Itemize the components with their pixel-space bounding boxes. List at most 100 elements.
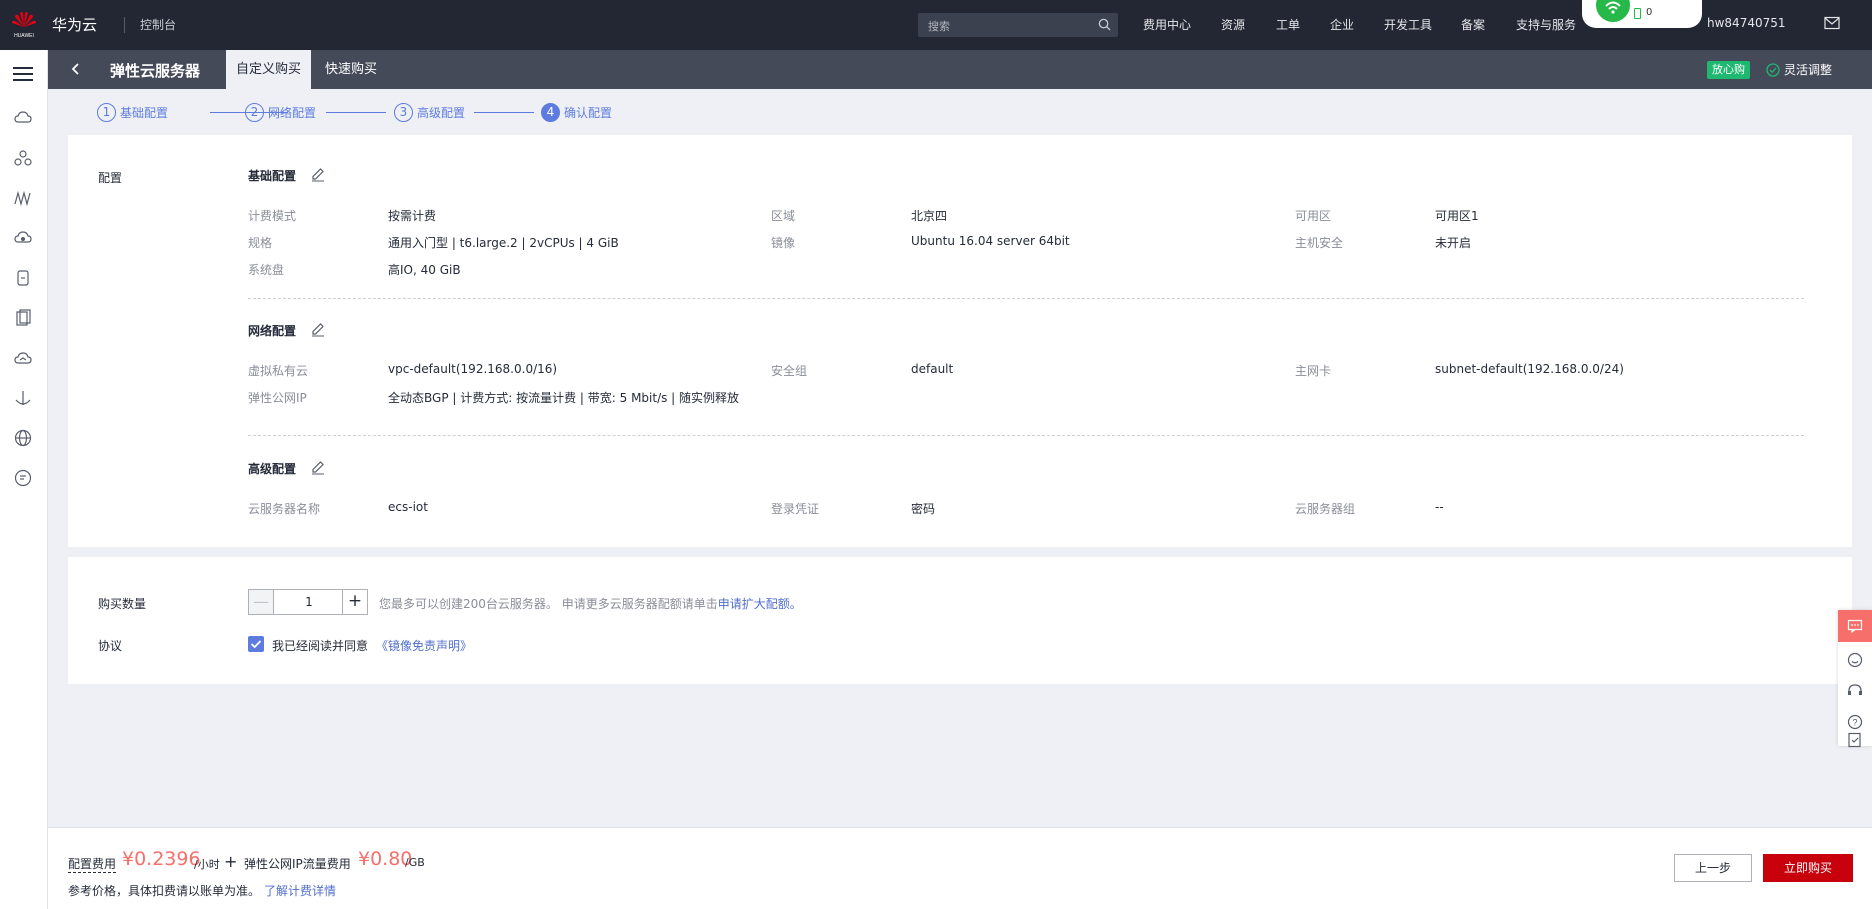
huawei-logo-icon[interactable]: HUAWEI <box>10 9 38 39</box>
console-link[interactable]: 控制台 <box>140 16 176 33</box>
config-fee-label[interactable]: 配置费用 <box>68 855 117 873</box>
search-icon[interactable] <box>1098 18 1111 31</box>
billing-details-link[interactable]: 了解计费详情 <box>264 882 336 899</box>
az-value: 可用区1 <box>1435 209 1479 223</box>
nav-support[interactable]: 支持与服务 <box>1516 16 1576 33</box>
plus-sign: + <box>224 852 238 871</box>
document-icon[interactable] <box>13 308 33 328</box>
search-box[interactable]: 搜索 <box>918 13 1118 37</box>
divider <box>248 298 1804 299</box>
advanced-config-label: 高级配置 <box>248 462 297 476</box>
tab-custom-purchase[interactable]: 自定义购买 <box>226 50 312 89</box>
step-advanced-config[interactable]: 3 高级配置 <box>394 103 465 123</box>
step-basic-config[interactable]: 1 基础配置 <box>97 103 168 123</box>
network-icon[interactable] <box>13 188 33 208</box>
quantity-stepper: — 1 + <box>248 589 368 615</box>
step-label: 基础配置 <box>120 106 169 120</box>
host-security-key: 主机安全 <box>1295 236 1344 250</box>
basic-config-label: 基础配置 <box>248 169 297 183</box>
config-price-unit: /小时 <box>194 858 220 871</box>
step-label: 高级配置 <box>417 106 466 120</box>
image-value: Ubuntu 16.04 server 64bit <box>911 234 1070 248</box>
agreement-label: 协议 <box>98 639 123 653</box>
advanced-config-title: 高级配置 <box>248 460 324 477</box>
floating-toolbar: ? <box>1838 610 1872 748</box>
increment-button[interactable]: + <box>342 590 367 614</box>
tab-quick-purchase[interactable]: 快速购买 <box>315 50 387 89</box>
vpc-key: 虚拟私有云 <box>248 364 309 378</box>
buy-now-button[interactable]: 立即购买 <box>1763 854 1853 882</box>
help-icon[interactable]: ? <box>1847 714 1863 730</box>
feedback-icon[interactable] <box>1847 732 1863 748</box>
chat-button[interactable] <box>1838 610 1872 642</box>
svg-text:?: ? <box>1852 718 1857 728</box>
database-icon[interactable] <box>13 268 33 288</box>
step-number: 1 <box>97 103 116 122</box>
spec-key: 规格 <box>248 236 273 250</box>
username[interactable]: hw84740751 <box>1707 16 1786 30</box>
nav-enterprise[interactable]: 企业 <box>1330 16 1354 33</box>
mail-icon[interactable] <box>1824 16 1840 30</box>
decrement-button[interactable]: — <box>249 590 274 614</box>
smiley-icon[interactable] <box>1847 652 1863 668</box>
globe-icon[interactable] <box>13 428 33 448</box>
message-icon[interactable] <box>13 468 33 488</box>
image-key: 镜像 <box>771 236 796 250</box>
nav-billing-center[interactable]: 费用中心 <box>1143 16 1191 33</box>
eip-fee-label: 弹性公网IP流量费用 <box>244 857 351 871</box>
login-credential-key: 登录凭证 <box>771 502 820 516</box>
menu-icon[interactable] <box>13 66 33 82</box>
check-circle-icon <box>1766 63 1780 77</box>
step-number: 2 <box>245 103 264 122</box>
primary-nic-key: 主网卡 <box>1295 364 1332 378</box>
flex-adjust-link[interactable]: 灵活调整 <box>1766 61 1832 78</box>
brand-name[interactable]: 华为云 <box>52 14 97 35</box>
svg-text:HUAWEI: HUAWEI <box>14 33 34 39</box>
step-connector <box>474 112 534 113</box>
nav-filing[interactable]: 备案 <box>1461 16 1485 33</box>
edit-icon[interactable] <box>310 321 326 337</box>
region-value: 北京四 <box>911 209 948 223</box>
image-disclaimer-link[interactable]: 《镜像免责声明》 <box>376 637 472 654</box>
headset-icon[interactable] <box>1847 683 1863 699</box>
cloud-server-icon[interactable] <box>13 108 33 128</box>
top-bar: HUAWEI 华为云 控制台 搜索 费用中心 资源 工单 企业 开发工具 备案 … <box>0 0 1872 50</box>
network-status-widget[interactable]: 0 <box>1582 0 1702 28</box>
config-price: ¥0.2396 <box>122 848 201 870</box>
server-group-value: -- <box>1435 500 1444 514</box>
back-arrow-icon[interactable] <box>68 61 84 77</box>
billing-mode-key: 计费模式 <box>248 209 297 223</box>
agreement-text: 我已经阅读并同意 <box>272 639 369 653</box>
page-title: 弹性云服务器 <box>110 62 201 80</box>
step-label: 确认配置 <box>564 106 613 120</box>
cloud-monitor-icon[interactable] <box>13 348 33 368</box>
security-group-value: default <box>911 362 954 376</box>
quantity-input[interactable]: 1 <box>274 590 344 614</box>
storage-icon[interactable] <box>13 228 33 248</box>
vpc-value: vpc-default(192.168.0.0/16) <box>388 362 558 376</box>
step-network-config[interactable]: 2 网络配置 <box>245 103 316 123</box>
region-key: 区域 <box>771 209 796 223</box>
system-disk-key: 系统盘 <box>248 263 285 277</box>
widget-count: 0 <box>1646 7 1653 18</box>
edit-icon[interactable] <box>310 459 326 475</box>
previous-step-button[interactable]: 上一步 <box>1674 854 1752 882</box>
step-number: 4 <box>541 103 560 122</box>
network-config-title: 网络配置 <box>248 322 324 339</box>
agreement-checkbox[interactable] <box>248 636 264 652</box>
anchor-icon[interactable] <box>13 388 33 408</box>
cluster-icon[interactable] <box>13 148 33 168</box>
edit-icon[interactable] <box>310 166 326 182</box>
security-group-key: 安全组 <box>771 364 808 378</box>
chat-icon <box>1847 619 1863 634</box>
spec-value: 通用入门型 | t6.large.2 | 2vCPUs | 4 GiB <box>388 236 619 250</box>
nav-dev-tools[interactable]: 开发工具 <box>1384 16 1432 33</box>
assurance-badge[interactable]: 放心购 <box>1707 61 1750 79</box>
nav-resources[interactable]: 资源 <box>1221 16 1245 33</box>
service-sidebar <box>0 50 48 909</box>
nav-work-orders[interactable]: 工单 <box>1276 16 1300 33</box>
request-quota-link[interactable]: 申请扩大配额。 <box>718 597 802 611</box>
config-summary-card: 配置 基础配置 计费模式 按需计费 区域 北京四 可用区 可用区1 规格 通用入… <box>68 135 1852 547</box>
flex-adjust-label: 灵活调整 <box>1784 63 1833 77</box>
eip-key: 弹性公网IP <box>248 391 307 405</box>
